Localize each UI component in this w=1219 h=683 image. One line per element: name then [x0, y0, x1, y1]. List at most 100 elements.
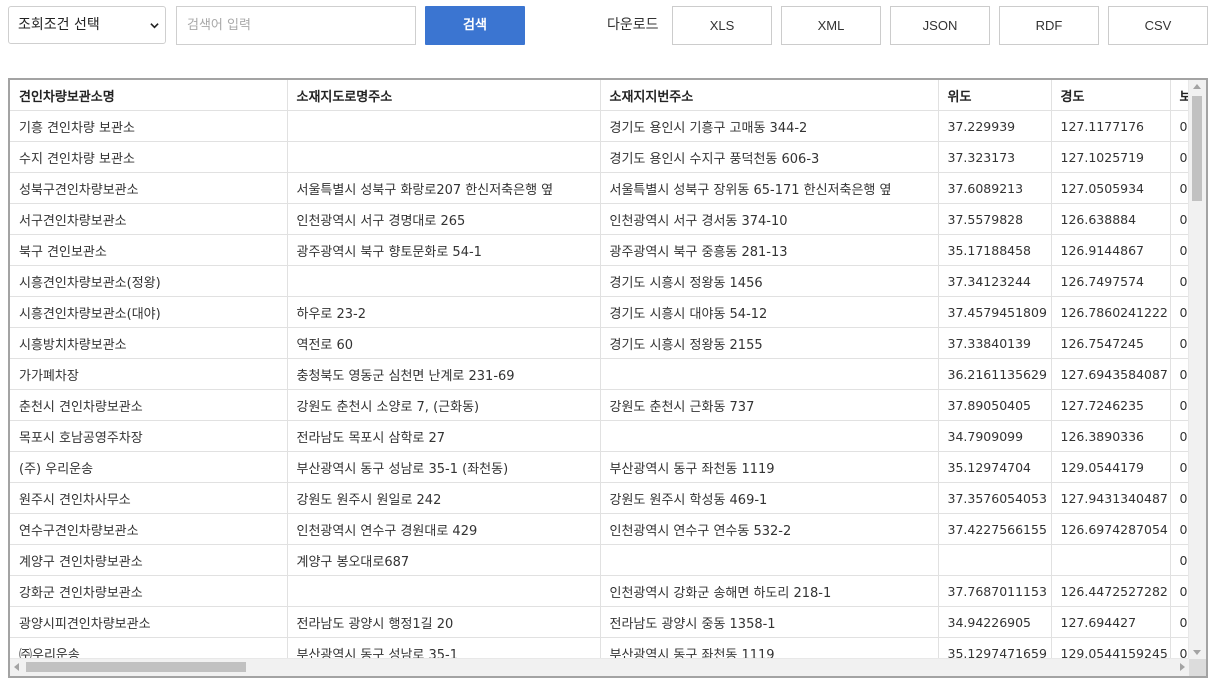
table-cell: 계양구 봉오대로687: [286, 544, 601, 576]
search-button[interactable]: 검색: [425, 6, 525, 45]
table-row[interactable]: 연수구견인차량보관소 인천광역시 연수구 경원대로 429 인천광역시 연수구 연수…: [10, 513, 1206, 545]
table-cell: 37.33840139: [937, 327, 1052, 359]
table-cell: 126.6974287054: [1050, 513, 1171, 545]
table-row[interactable]: 시흥견인차량보관소(대야) 하우로 23-2 경기도 시흥시 대야동 54-12 37…: [10, 296, 1206, 328]
table-header-row: 견인차량보관소명 소재지도로명주소 소재지지번주소 위도 경도 보: [10, 80, 1206, 111]
table-row[interactable]: 북구 견인보관소 광주광역시 북구 향토문화로 54-1 광주광역시 북구 중흥동 …: [10, 234, 1206, 266]
download-xls-button[interactable]: XLS: [672, 6, 772, 45]
table-cell: [599, 544, 939, 576]
table-row[interactable]: 원주시 견인차사무소 강원도 원주시 원일로 242 강원도 원주시 학성동 469…: [10, 482, 1206, 514]
horizontal-scroll-thumb[interactable]: [26, 662, 246, 672]
table-cell: 가가폐차장: [10, 358, 288, 390]
table-row[interactable]: 계양구 견인차량보관소계양구 봉오대로68703: [10, 544, 1206, 576]
table-cell: 경기도 시흥시 정왕동 1456: [599, 265, 939, 297]
column-header[interactable]: 소재지도로명주소: [286, 80, 601, 111]
table-row[interactable]: 시흥방치차량보관소 역전로 60 경기도 시흥시 정왕동 2155 37.338401…: [10, 327, 1206, 359]
column-header[interactable]: 위도: [937, 80, 1052, 111]
table-cell: 시흥방치차량보관소: [10, 327, 288, 359]
table-cell: 126.7547245: [1050, 327, 1171, 359]
table-cell: 129.0544179: [1050, 451, 1171, 483]
table-cell: 전라남도 광양시 중동 1358-1: [599, 606, 939, 638]
table-cell: 하우로 23-2: [286, 296, 601, 328]
horizontal-scrollbar[interactable]: [10, 658, 1189, 676]
table-cell: 127.7246235: [1050, 389, 1171, 421]
table-cell: [286, 110, 601, 142]
column-header[interactable]: 견인차량보관소명: [10, 80, 288, 111]
table-row[interactable]: 성북구견인차량보관소 서울특별시 성북구 화랑로207 한신저축은행 옆 서울특별시…: [10, 172, 1206, 204]
table-cell: 37.7687011153: [937, 575, 1052, 607]
table-row[interactable]: 시흥견인차량보관소(정왕) 경기도 시흥시 정왕동 1456 37.34123244…: [10, 265, 1206, 297]
table-cell: 37.229939: [937, 110, 1052, 142]
table-cell: 서구견인차량보관소: [10, 203, 288, 235]
table-cell: 126.9144867: [1050, 234, 1171, 266]
download-json-button[interactable]: JSON: [890, 6, 990, 45]
table-cell: 광주광역시 북구 중흥동 281-13: [599, 234, 939, 266]
table-cell: 서울특별시 성북구 장위동 65-171 한신저축은행 옆: [599, 172, 939, 204]
download-xml-button[interactable]: XML: [781, 6, 881, 45]
table-row[interactable]: 목포시 호남공영주차장 전라남도 목포시 삼학로 27 34.7909099 126.…: [10, 420, 1206, 452]
search-condition-label: 조회조건 선택: [18, 17, 100, 33]
table-row[interactable]: 기흥 견인차량 보관소 경기도 용인시 기흥구 고매동 344-2 37.22993…: [10, 110, 1206, 142]
vertical-scroll-thumb[interactable]: [1192, 96, 1202, 201]
table-cell: 126.3890336: [1050, 420, 1171, 452]
table-cell: 37.3576054053: [937, 482, 1052, 514]
table-cell: [286, 575, 601, 607]
search-condition-select[interactable]: 조회조건 선택: [8, 6, 166, 44]
table-cell: 강원도 춘천시 근화동 737: [599, 389, 939, 421]
scroll-up-arrow-icon[interactable]: [1193, 84, 1201, 89]
scroll-down-arrow-icon[interactable]: [1193, 650, 1201, 655]
table-cell: 37.4579451809: [937, 296, 1052, 328]
column-header[interactable]: 경도: [1050, 80, 1171, 111]
table-cell: 역전로 60: [286, 327, 601, 359]
table-cell: 127.694427: [1050, 606, 1171, 638]
table-cell: 126.4472527282: [1050, 575, 1171, 607]
search-toolbar: 조회조건 선택 검색 다운로드 XLS XML JSON RDF CSV: [0, 0, 1219, 60]
table-row[interactable]: 가가폐차장 충청북도 영동군 심천면 난계로 231-69 36.216113562…: [10, 358, 1206, 390]
table-cell: 37.4227566155: [937, 513, 1052, 545]
table-cell: 시흥견인차량보관소(정왕): [10, 265, 288, 297]
table-cell: [1050, 544, 1171, 576]
table-cell: 36.2161135629: [937, 358, 1052, 390]
table-row[interactable]: 광양시피견인차량보관소 전라남도 광양시 행정1길 20 전라남도 광양시 중동 1…: [10, 606, 1206, 638]
table-cell: 부산광역시 동구 성남로 35-1 (좌천동): [286, 451, 601, 483]
search-input[interactable]: [176, 6, 416, 45]
table-row[interactable]: 춘천시 견인차량보관소 강원도 춘천시 소양로 7, (근화동) 강원도 춘천시 근…: [10, 389, 1206, 421]
table-cell: 부산광역시 동구 좌천동 1119: [599, 451, 939, 483]
table-cell: 인천광역시 서구 경서동 374-10: [599, 203, 939, 235]
data-table: 견인차량보관소명 소재지도로명주소 소재지지번주소 위도 경도 보 기흥 견인차…: [10, 80, 1206, 669]
scroll-right-arrow-icon[interactable]: [1180, 663, 1185, 671]
scroll-left-arrow-icon[interactable]: [14, 663, 19, 671]
table-cell: 127.1025719: [1050, 141, 1171, 173]
table-row[interactable]: 수지 견인차량 보관소 경기도 용인시 수지구 풍덕천동 606-3 37.3231…: [10, 141, 1206, 173]
table-row[interactable]: 강화군 견인차량보관소 인천광역시 강화군 송해면 하도리 218-1 37.768…: [10, 575, 1206, 607]
vertical-scrollbar[interactable]: [1188, 80, 1206, 659]
table-cell: 127.0505934: [1050, 172, 1171, 204]
table-cell: 인천광역시 서구 경명대로 265: [286, 203, 601, 235]
table-cell: 춘천시 견인차량보관소: [10, 389, 288, 421]
table-cell: 연수구견인차량보관소: [10, 513, 288, 545]
table-cell: 기흥 견인차량 보관소: [10, 110, 288, 142]
table-cell: 계양구 견인차량보관소: [10, 544, 288, 576]
table-cell: 전라남도 광양시 행정1길 20: [286, 606, 601, 638]
table-cell: 37.34123244: [937, 265, 1052, 297]
table-cell: 34.94226905: [937, 606, 1052, 638]
column-header[interactable]: 소재지지번주소: [599, 80, 939, 111]
table-cell: 35.17188458: [937, 234, 1052, 266]
table-cell: 원주시 견인차사무소: [10, 482, 288, 514]
table-cell: 34.7909099: [937, 420, 1052, 452]
chevron-down-icon: [150, 23, 159, 29]
table-row[interactable]: (주) 우리운송 부산광역시 동구 성남로 35-1 (좌천동) 부산광역시 동구 …: [10, 451, 1206, 483]
table-cell: 강원도 원주시 학성동 469-1: [599, 482, 939, 514]
table-cell: 127.9431340487: [1050, 482, 1171, 514]
table-cell: 성북구견인차량보관소: [10, 172, 288, 204]
table-cell: [599, 358, 939, 390]
download-csv-button[interactable]: CSV: [1108, 6, 1208, 45]
table-cell: 수지 견인차량 보관소: [10, 141, 288, 173]
table-cell: 전라남도 목포시 삼학로 27: [286, 420, 601, 452]
table-cell: 인천광역시 연수구 연수동 532-2: [599, 513, 939, 545]
table-row[interactable]: 서구견인차량보관소 인천광역시 서구 경명대로 265 인천광역시 서구 경서동 3…: [10, 203, 1206, 235]
table-cell: 경기도 용인시 수지구 풍덕천동 606-3: [599, 141, 939, 173]
download-rdf-button[interactable]: RDF: [999, 6, 1099, 45]
table-cell: 126.638884: [1050, 203, 1171, 235]
table-cell: 35.12974704: [937, 451, 1052, 483]
